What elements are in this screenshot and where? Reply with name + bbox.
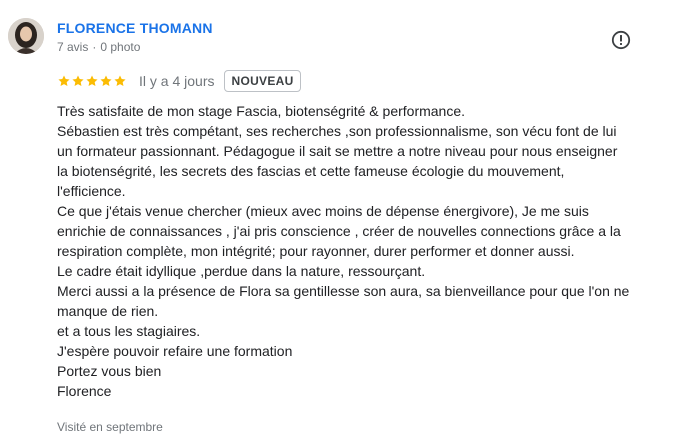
star-icon	[86, 75, 98, 87]
reviews-count: 7 avis	[57, 40, 89, 54]
review-text-line: Merci aussi a la présence de Flora sa ge…	[57, 283, 630, 299]
photos-count: 0 photo	[100, 40, 141, 54]
separator-dot: ·	[92, 40, 97, 54]
review-text-line: enrichie de connaissances , j'ai pris co…	[57, 223, 621, 239]
reviewer-name[interactable]: FLORENCE THOMANN	[57, 20, 213, 36]
review-text-line: J'espère pouvoir refaire une formation	[57, 343, 293, 359]
review-text-line: un formateur passionnant. Pédagogue il s…	[57, 143, 618, 159]
review-card: FLORENCE THOMANN 7 avis · 0 photo Il y a 4…	[0, 0, 675, 442]
review-date: Il y a 4 jours	[139, 73, 215, 89]
rating-row: Il y a 4 jours NOUVEAU	[57, 69, 301, 93]
star-icon	[72, 75, 84, 87]
avatar-image	[8, 18, 44, 54]
review-text-line: manque de rien.	[57, 303, 159, 319]
avatar[interactable]	[8, 18, 44, 54]
review-text-line: Le cadre était idyllique ,perdue dans la…	[57, 263, 426, 279]
star-icon	[100, 75, 112, 87]
review-text-line: respiration complète, mon intégrité; pou…	[57, 243, 575, 259]
review-text-line: Ce que j'étais venue chercher (mieux ave…	[57, 203, 589, 219]
star-rating	[57, 74, 127, 88]
report-flag-icon[interactable]	[611, 30, 631, 50]
visited-date: Visité en septembre	[57, 420, 163, 434]
star-icon	[58, 75, 70, 87]
review-text-line: Très satisfaite de mon stage Fascia, bio…	[57, 103, 466, 119]
review-text-line: la biotenségrité, les secrets des fascia…	[57, 163, 565, 179]
new-badge: NOUVEAU	[224, 70, 301, 92]
star-icon	[114, 75, 126, 87]
review-text-line: Florence	[57, 383, 112, 399]
review-text-line: Portez vous bien	[57, 363, 162, 379]
review-text-line: et a tous les stagiaires.	[57, 323, 201, 339]
review-text-line: l'efficience.	[57, 183, 126, 199]
reviewer-meta: 7 avis · 0 photo	[57, 40, 140, 54]
review-text-line: Sébastien est très compétant, ses recher…	[57, 123, 617, 139]
review-text: Très satisfaite de mon stage Fascia, bio…	[57, 101, 657, 401]
